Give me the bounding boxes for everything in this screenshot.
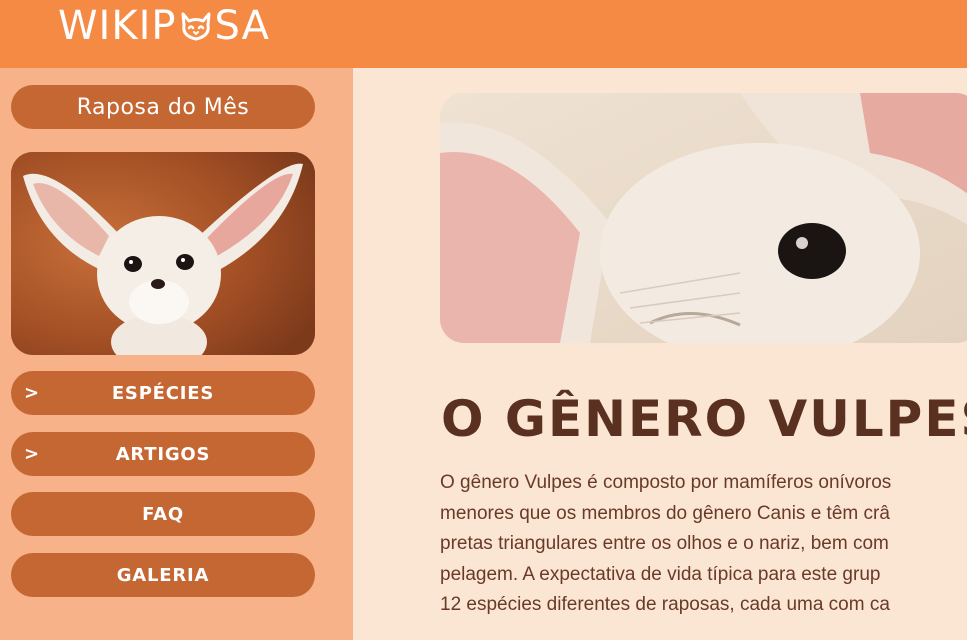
nav-faq-label: FAQ xyxy=(142,503,184,525)
main-content: O GÊNERO VULPES O gênero Vulpes é compos… xyxy=(353,68,967,640)
logo-text-end: SA xyxy=(214,3,270,49)
logo-text-start: WIKIP xyxy=(58,3,177,49)
nav-faq[interactable]: FAQ xyxy=(11,492,315,536)
fennec-fox-closeup-photo xyxy=(440,93,967,343)
hero-image xyxy=(440,93,967,343)
paragraph-line: menores que os membros do gênero Canis e… xyxy=(440,502,890,524)
intro-paragraph: O gênero Vulpes é composto por mamíferos… xyxy=(440,468,967,628)
fennec-fox-photo xyxy=(11,152,315,355)
featured-fox-title: Raposa do Mês xyxy=(11,85,315,129)
featured-fox-image[interactable] xyxy=(11,152,315,355)
sidebar: Raposa do Mês > ESPÉCIES > ARTIGOS FAQ G… xyxy=(0,68,353,640)
site-logo[interactable]: WIKIP SA xyxy=(58,2,270,50)
chevron-right-icon: > xyxy=(24,443,40,465)
paragraph-line: pretas triangulares entre os olhos e o n… xyxy=(440,533,889,554)
paragraph-line: 12 espécies diferentes de raposas, cada … xyxy=(440,594,890,615)
paragraph-line: pelagem. A expectativa de vida típica pa… xyxy=(440,563,881,585)
page-title: O GÊNERO VULPES xyxy=(441,390,967,448)
fox-face-icon xyxy=(181,12,210,41)
paragraph-line: O gênero Vulpes é composto por mamíferos… xyxy=(440,472,892,493)
nav-especies-label: ESPÉCIES xyxy=(111,382,215,404)
nav-galeria[interactable]: GALERIA xyxy=(11,553,315,597)
nav-artigos[interactable]: > ARTIGOS xyxy=(11,432,315,476)
nav-especies[interactable]: > ESPÉCIES xyxy=(11,371,315,415)
chevron-right-icon: > xyxy=(24,382,40,404)
nav-artigos-label: ARTIGOS xyxy=(115,443,211,465)
site-header: WIKIP SA xyxy=(0,0,967,68)
nav-galeria-label: GALERIA xyxy=(116,564,210,586)
